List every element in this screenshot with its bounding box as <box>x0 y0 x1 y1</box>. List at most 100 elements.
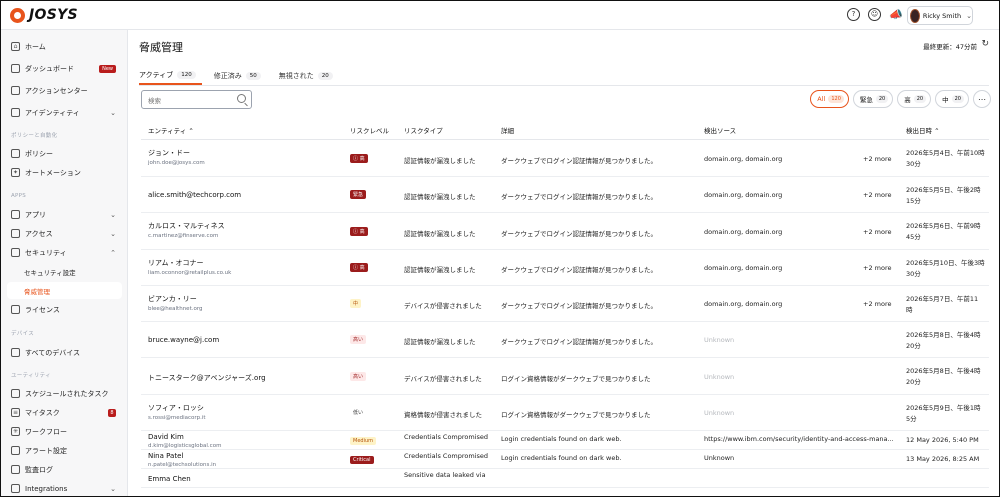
sidebar-item-action-center[interactable]: アクションセンター <box>7 82 122 99</box>
date-line: 45分 <box>906 233 921 241</box>
page-title: 脅威管理 <box>139 41 183 54</box>
column-header-entity[interactable]: エンティティ ⌃ <box>148 125 194 135</box>
entity-name: alice.smith@techcorp.com <box>148 191 242 199</box>
detected-date-cell: 2026年5月8日、午後4時 20分 <box>906 330 980 352</box>
tab-active[interactable]: アクティブ 120 <box>139 66 202 85</box>
more-sources-link[interactable]: +2 more <box>863 300 892 308</box>
more-sources-link[interactable]: +2 more <box>863 155 892 163</box>
risk-level-cell: 高い <box>350 372 367 381</box>
detail-cell: ダークウェブでログイン認証情報が見つかりました。 <box>501 230 657 238</box>
tab-count: 120 <box>177 70 196 79</box>
help-icon[interactable]: ? <box>847 8 860 21</box>
license-icon <box>11 305 20 314</box>
table-row[interactable]: bruce.wayne@j.com 高い 認証情報が漏洩しました ダークウェブでログイ… <box>141 322 989 358</box>
sidebar-item-alert-settings[interactable]: アラート設定 <box>7 442 122 459</box>
sort-icon: ⌃ <box>934 127 940 135</box>
tab-resolved[interactable]: 修正済み 50 <box>214 66 267 85</box>
sidebar-item-integrations[interactable]: Integrations ⌄ <box>7 480 122 496</box>
sidebar-item-access[interactable]: アクセス ⌄ <box>7 225 122 242</box>
alert-circle-icon: ⓘ <box>353 265 360 271</box>
sidebar-item-license[interactable]: ライセンス <box>7 301 122 318</box>
source-cell: domain.org, domain.org <box>704 300 783 308</box>
table-row[interactable]: カルロス・マルティネス c.martinez@finserve.com ⓘ 高 認証情… <box>141 213 989 250</box>
sidebar-item-home[interactable]: ⌂ ホーム <box>7 38 122 55</box>
detected-date-cell: 2026年5月9日、午後1時 5分 <box>906 403 980 425</box>
table-row[interactable]: Emma Chen Sensitive data leaked via <box>141 469 989 488</box>
tab-ignored[interactable]: 無視された 20 <box>279 66 339 85</box>
risk-badge: 高い <box>350 372 367 381</box>
more-options-button[interactable]: ⋯ <box>973 90 991 108</box>
detected-date-cell: 2026年5月6日、午前9時 45分 <box>906 221 980 243</box>
apps-icon <box>11 210 20 219</box>
josys-logo[interactable]: JOSYS <box>10 7 78 23</box>
table-row[interactable]: リアム・オコナー liam.oconnor@retailplus.co.uk ⓘ 高… <box>141 250 989 286</box>
date-line: 20分 <box>906 342 921 350</box>
megaphone-icon[interactable]: 📣 <box>889 8 903 21</box>
risk-level-cell: ⓘ 高 <box>350 263 368 272</box>
table-row[interactable]: David Kim d.kim@logisticsglobal.com Medium… <box>141 431 989 450</box>
entity-name: リアム・オコナー <box>148 259 204 267</box>
sidebar-item-threat-management[interactable]: 脅威管理 <box>7 282 122 299</box>
sidebar-item-all-devices[interactable]: すべてのデバイス <box>7 344 122 361</box>
refresh-icon[interactable]: ↻ <box>981 39 989 49</box>
entity-email: n.patel@techsolutions.in <box>148 462 217 468</box>
entity-email: d.kim@logisticsglobal.com <box>148 443 222 449</box>
entity-name: bruce.wayne@j.com <box>148 336 220 344</box>
sidebar-item-automation[interactable]: ✦ オートメーション <box>7 164 122 181</box>
risk-badge: ⓘ 高 <box>350 227 368 236</box>
column-header-risk-type: リスクタイプ <box>404 127 443 135</box>
sidebar-item-audit-log[interactable]: 監査ログ <box>7 461 122 478</box>
table-row[interactable]: ビアンカ・リー blee@healthnet.org 中 デバイスが侵害されました ダー… <box>141 286 989 322</box>
avatar <box>910 8 920 23</box>
filter-all[interactable]: All 120 <box>810 90 849 108</box>
sidebar-item-security[interactable]: セキュリティ ⌃ <box>7 244 122 261</box>
entity-cell: ビアンカ・リー blee@healthnet.org <box>148 294 203 312</box>
date-line: 2026年5月5日、午後2時 <box>906 186 981 194</box>
entity-cell: alice.smith@techcorp.com <box>148 191 241 199</box>
sidebar-item-workflow[interactable]: ✳ ワークフロー <box>7 423 122 440</box>
sidebar-item-my-tasks[interactable]: ≡ マイタスク 8 <box>7 404 122 421</box>
risk-type-cell: 認証情報が漏洩しました <box>404 266 476 274</box>
table-row[interactable]: alice.smith@techcorp.com 緊急 認証情報が漏洩しました ダーク… <box>141 177 989 213</box>
more-sources-link[interactable]: +2 more <box>863 228 892 236</box>
sidebar-section-policy: ポリシーと自動化 <box>11 133 58 139</box>
access-icon <box>11 229 20 238</box>
risk-type-cell: 認証情報が漏洩しました <box>404 157 476 165</box>
filter-count: 20 <box>913 95 927 103</box>
risk-badge: 中 <box>350 299 362 308</box>
search-icon <box>237 94 246 103</box>
table-row[interactable]: Nina Patel n.patel@techsolutions.in Critic… <box>141 450 989 469</box>
column-header-detected-at[interactable]: 検出日時 ⌃ <box>906 125 940 135</box>
date-line: 2026年5月9日、午後1時 <box>906 404 981 412</box>
home-icon: ⌂ <box>11 42 20 51</box>
user-menu-button[interactable]: Ricky Smith ⌄ <box>907 6 973 25</box>
sidebar-item-scheduled-tasks[interactable]: スケジュールされたタスク <box>7 385 122 402</box>
table-row[interactable]: トニースターク@アベンジャーズ.org 高い デバイスが侵害されました ログイン資格情… <box>141 358 989 395</box>
more-sources-link[interactable]: +2 more <box>863 264 892 272</box>
more-sources-link[interactable]: +2 more <box>863 191 892 199</box>
filter-critical[interactable]: 緊急 20 <box>852 90 894 108</box>
risk-level-cell: 緊急 <box>350 190 367 199</box>
sidebar-section-utility: ユーティリティ <box>11 373 51 379</box>
status-tabs: アクティブ 120 修正済み 50 無視された 20 <box>139 66 351 85</box>
chevron-up-icon: ⌃ <box>110 248 116 257</box>
filter-high[interactable]: 高 20 <box>897 90 932 108</box>
filter-medium[interactable]: 中 20 <box>935 90 969 108</box>
risk-level-cell: 中 <box>350 299 362 308</box>
sidebar-item-identity[interactable]: アイデンティティ ⌄ <box>7 104 122 121</box>
table-row[interactable]: ソフィア・ロッシ s.rossi@mediacorp.it 低い 資格情報が侵害されま… <box>141 395 989 431</box>
risk-type-cell: 認証情報が漏洩しました <box>404 338 476 346</box>
filter-count: 20 <box>951 95 964 103</box>
date-line: 2026年5月7日、午前11 <box>906 295 979 303</box>
alert-circle-icon: ⓘ <box>353 156 360 162</box>
sidebar-item-security-settings[interactable]: セキュリティ設定 <box>7 263 122 280</box>
sidebar-item-apps[interactable]: アプリ ⌄ <box>7 206 122 223</box>
source-cell: Unknown <box>704 336 735 344</box>
risk-badge: 緊急 <box>350 190 367 199</box>
table-row[interactable]: ジョン・ドー john.doe@josys.com ⓘ 高 認証情報が漏洩しました ダー… <box>141 140 989 177</box>
risk-type-cell: Credentials Compromised <box>404 433 489 441</box>
sidebar-item-policy[interactable]: ポリシー <box>7 145 122 162</box>
sidebar-item-dashboard[interactable]: ダッシュボード New <box>7 60 122 77</box>
smile-icon[interactable]: ☺ <box>868 8 881 21</box>
search-input[interactable]: 検索 <box>141 90 252 109</box>
